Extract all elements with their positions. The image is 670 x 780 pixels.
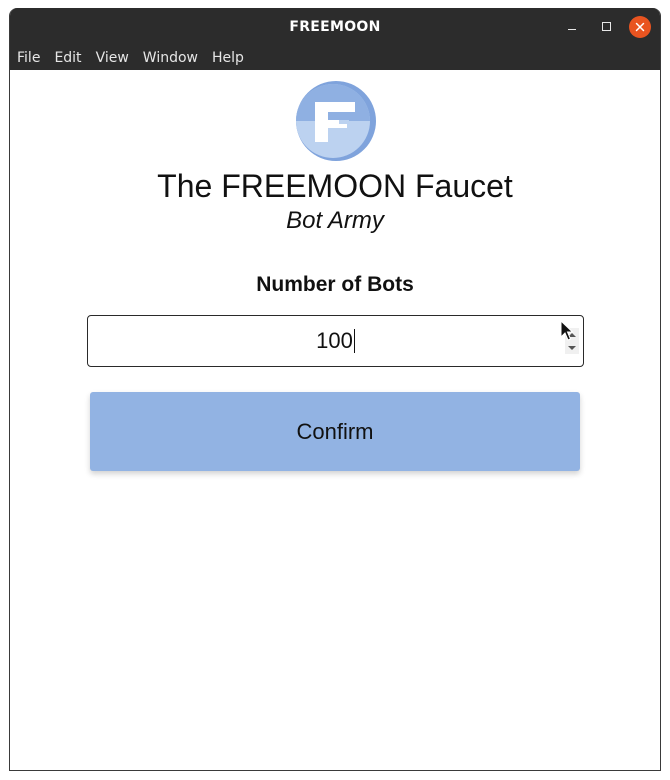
close-button[interactable] (629, 15, 651, 38)
menu-help[interactable]: Help (205, 50, 251, 66)
close-icon (635, 22, 645, 31)
minimize-icon (568, 29, 576, 30)
menu-file[interactable]: File (10, 50, 47, 66)
text-caret (353, 328, 355, 353)
menu-view[interactable]: View (89, 50, 136, 66)
page-title: The FREEMOON Faucet (157, 168, 513, 204)
confirm-button[interactable]: Confirm (90, 392, 580, 471)
menu-edit[interactable]: Edit (47, 50, 88, 66)
window-title: FREEMOON (289, 18, 381, 35)
minimize-button[interactable] (561, 16, 583, 38)
page-subtitle: Bot Army (286, 207, 384, 234)
title-bar[interactable]: FREEMOON (10, 8, 660, 45)
bots-field-label: Number of Bots (256, 273, 414, 296)
decrement-button[interactable] (565, 341, 579, 354)
maximize-button[interactable] (595, 16, 617, 38)
freemoon-logo (296, 81, 376, 161)
app-window: FREEMOON File Edit View Window Help The … (9, 8, 661, 771)
number-of-bots-input[interactable]: 100 (87, 315, 584, 367)
main-content: The FREEMOON Faucet Bot Army Number of B… (10, 70, 660, 770)
menu-window[interactable]: Window (136, 50, 205, 66)
window-controls (549, 8, 651, 45)
bots-input-value[interactable]: 100 (88, 316, 583, 366)
menu-bar: File Edit View Window Help (10, 45, 660, 71)
mouse-cursor-icon (560, 320, 574, 341)
maximize-icon (601, 22, 611, 31)
chevron-down-icon (568, 345, 576, 350)
